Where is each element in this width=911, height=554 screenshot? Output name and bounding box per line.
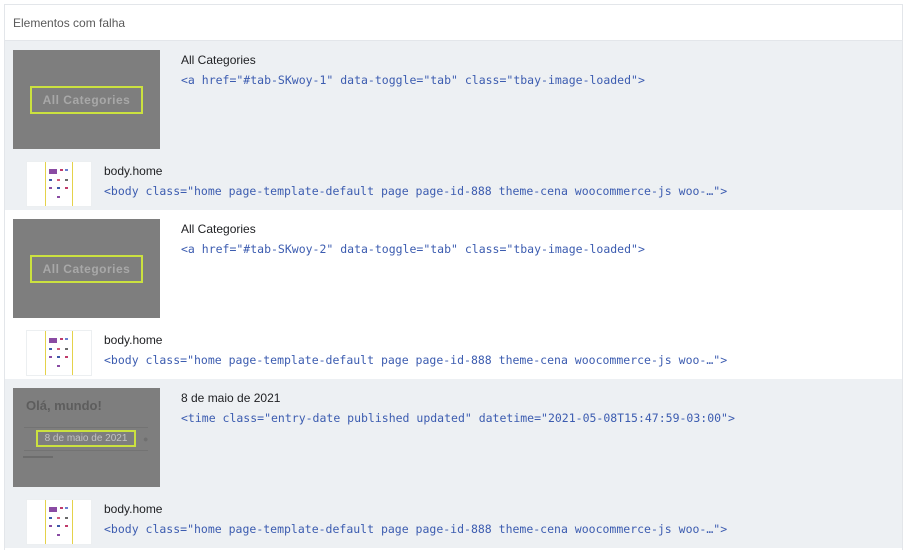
page-element-label: body.home (104, 502, 163, 516)
comment-icon: ● (143, 434, 149, 444)
element-highlight-box: All Categories (30, 255, 143, 283)
screenshot-label: All Categories (42, 262, 131, 276)
element-screenshot: All Categories (13, 219, 160, 318)
failing-element-row[interactable]: All Categories All Categories <a href="#… (5, 41, 902, 210)
page-element-snippet[interactable]: <body class="home page-template-default … (104, 184, 727, 198)
element-snippet[interactable]: <a href="#tab-SKwoy-1" data-toggle="tab"… (181, 73, 645, 87)
element-snippet[interactable]: <a href="#tab-SKwoy-2" data-toggle="tab"… (181, 242, 645, 256)
element-highlight-box: 8 de maio de 2021 (36, 430, 136, 447)
panel-header: Elementos com falha (5, 5, 902, 41)
element-snippet[interactable]: <time class="entry-date published update… (181, 411, 735, 425)
failing-element-row[interactable]: Olá, mundo! ● 8 de maio de 2021 8 de mai… (5, 379, 902, 548)
failing-element-row[interactable]: All Categories All Categories <a href="#… (5, 210, 902, 379)
screenshot-heading: Olá, mundo! (26, 398, 102, 413)
panel-title: Elementos com falha (13, 16, 126, 30)
screenshot-label: All Categories (42, 93, 131, 107)
element-label: All Categories (181, 222, 256, 236)
page-element-label: body.home (104, 164, 163, 178)
page-element-snippet[interactable]: <body class="home page-template-default … (104, 522, 727, 536)
element-label: All Categories (181, 53, 256, 67)
page-screenshot-thumbnail (26, 161, 92, 207)
page-screenshot-thumbnail (26, 499, 92, 545)
page-element-label: body.home (104, 333, 163, 347)
element-screenshot: All Categories (13, 50, 160, 149)
page-element-snippet[interactable]: <body class="home page-template-default … (104, 353, 727, 367)
element-highlight-box: All Categories (30, 86, 143, 114)
screenshot-divider (23, 456, 53, 458)
page-screenshot-thumbnail (26, 330, 92, 376)
screenshot-label: 8 de maio de 2021 (44, 433, 128, 444)
element-screenshot: Olá, mundo! ● 8 de maio de 2021 (13, 388, 160, 487)
failing-elements-panel: Elementos com falha All Categories All C… (4, 4, 903, 550)
element-label: 8 de maio de 2021 (181, 391, 281, 405)
